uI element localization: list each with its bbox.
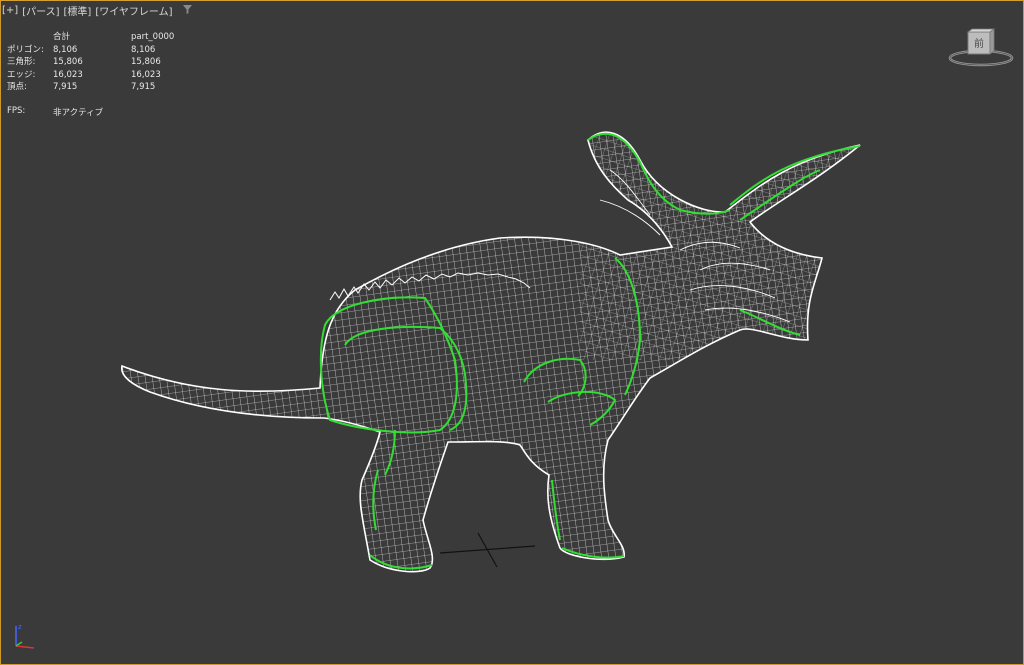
ground-grid-gizmo bbox=[439, 532, 536, 568]
axis-tripod-icon: z bbox=[15, 623, 35, 649]
model-mesh-grid bbox=[121, 132, 860, 572]
triceratops-wireframe-model[interactable] bbox=[0, 0, 1024, 665]
svg-text:z: z bbox=[18, 623, 22, 631]
